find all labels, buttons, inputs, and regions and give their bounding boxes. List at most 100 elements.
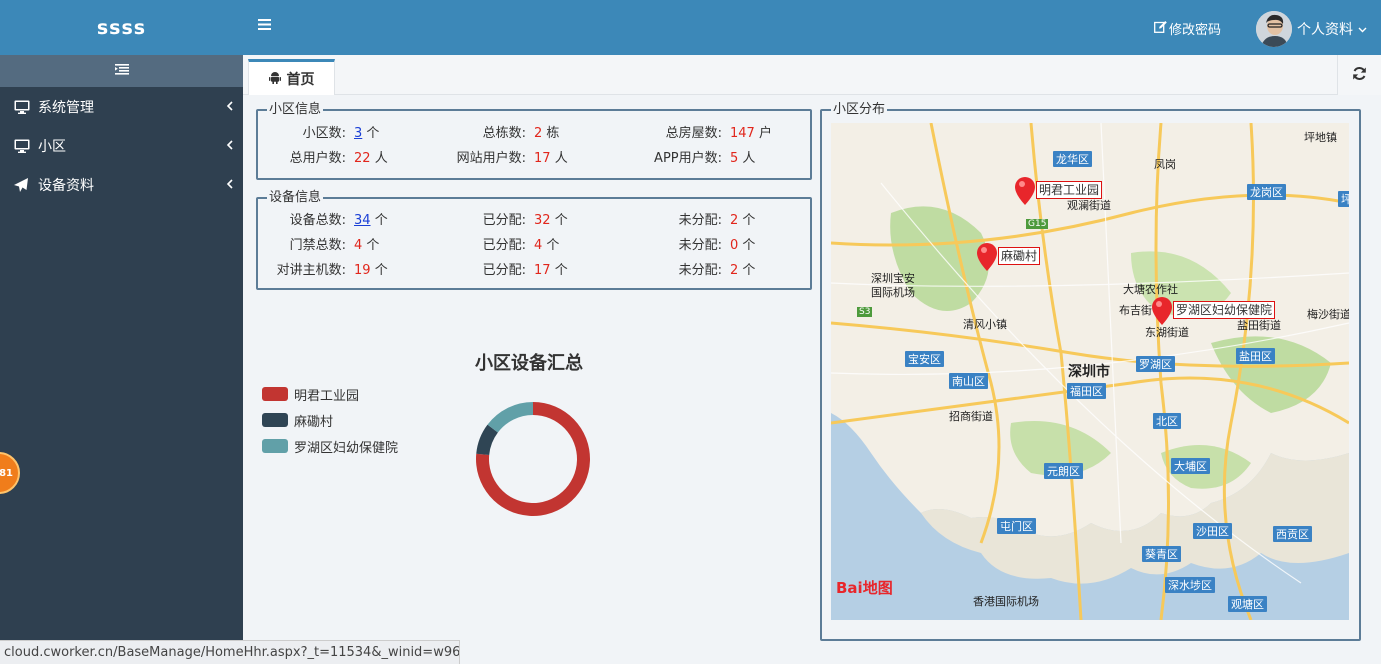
- access-unassigned-label: 未分配:: [678, 238, 722, 253]
- place-label: 招商街道: [949, 410, 993, 423]
- map-legend: 小区分布: [833, 102, 886, 117]
- map-pin-icon: [1152, 297, 1172, 329]
- device-assigned-value: 32: [534, 213, 551, 228]
- device-info-legend: 设备信息: [269, 190, 322, 205]
- menu-toggle-icon[interactable]: [258, 19, 271, 34]
- unit: 个: [374, 213, 388, 228]
- unit: 个: [366, 126, 380, 141]
- district-label: 大埔区: [1171, 458, 1210, 474]
- unit: 个: [742, 263, 756, 278]
- place-label: 清风小镇: [963, 318, 1007, 331]
- legend-item[interactable]: 罗湖区妇幼保健院: [262, 433, 398, 459]
- district-label: 深水埗区: [1165, 577, 1215, 593]
- district-label: 坪: [1338, 191, 1349, 207]
- unit: 人: [554, 151, 568, 166]
- intercom-total-label: 对讲主机数:: [276, 263, 346, 278]
- house-count-value: 147: [730, 126, 755, 141]
- marker-label: 麻磡村: [998, 247, 1041, 265]
- unit: 个: [366, 238, 380, 253]
- place-label: 深圳市: [1068, 364, 1110, 380]
- sidebar-item-system[interactable]: 系统管理: [0, 87, 243, 126]
- map-view[interactable]: 龙华区 龙岗区 宝安区 南山区 福田区 罗湖区 盐田区 北区 大埔区 元朗区 屯…: [831, 123, 1349, 620]
- unit: 个: [554, 263, 568, 278]
- access-unassigned-value: 0: [730, 238, 739, 253]
- house-count-label: 总房屋数:: [665, 126, 722, 141]
- avatar: [1256, 11, 1292, 47]
- highway-label: S3: [857, 307, 873, 317]
- sidebar-item-community[interactable]: 小区: [0, 126, 243, 165]
- district-label: 西贡区: [1273, 526, 1312, 542]
- device-unassigned-value: 2: [730, 213, 739, 228]
- place-label: 凤岗: [1154, 158, 1176, 171]
- district-label: 葵青区: [1142, 546, 1181, 562]
- district-label: 屯门区: [997, 518, 1036, 534]
- district-label: 北区: [1153, 413, 1181, 429]
- send-icon: [14, 177, 32, 192]
- change-password-label: 修改密码: [1169, 23, 1222, 38]
- place-label: 梅沙街道: [1307, 308, 1349, 321]
- unit: 人: [374, 151, 388, 166]
- sidebar: ssss 系统管理 小区 设备资料: [0, 0, 243, 664]
- device-total-link[interactable]: 34: [354, 213, 371, 228]
- district-label: 龙华区: [1053, 151, 1092, 167]
- legend-label: 罗湖区妇幼保健院: [294, 440, 399, 456]
- legend-swatch: [262, 439, 288, 453]
- unit: 个: [546, 238, 560, 253]
- refresh-button[interactable]: [1337, 55, 1381, 95]
- map-marker[interactable]: 罗湖区妇幼保健院: [1152, 297, 1276, 329]
- donut-chart: [476, 402, 590, 516]
- change-password-link[interactable]: 修改密码: [1154, 19, 1221, 38]
- tab-home[interactable]: 首页: [248, 59, 335, 96]
- district-label: 元朗区: [1044, 463, 1083, 479]
- chevron-down-icon: [1358, 21, 1367, 37]
- app-user-count-label: APP用户数:: [654, 151, 722, 166]
- unit: 个: [742, 238, 756, 253]
- main-content: 小区信息 小区数: 3 个 总栋数: 2 栋 总房屋数: 147 户 总用户数:…: [243, 95, 1381, 664]
- unit: 个: [554, 213, 568, 228]
- donut-slice[interactable]: [487, 402, 533, 433]
- place-label: 大塘农作社: [1123, 283, 1178, 296]
- edit-icon: [1154, 20, 1167, 37]
- intercom-assigned-value: 17: [534, 263, 551, 278]
- monitor-icon: [14, 139, 32, 153]
- highway-label: G15: [1026, 219, 1049, 229]
- device-assigned-label: 已分配:: [482, 213, 526, 228]
- sidebar-collapse-button[interactable]: [0, 55, 243, 87]
- access-assigned-label: 已分配:: [482, 238, 526, 253]
- community-info-panel: 小区信息 小区数: 3 个 总栋数: 2 栋 总房屋数: 147 户 总用户数:…: [256, 103, 812, 180]
- community-info-legend: 小区信息: [269, 102, 322, 117]
- access-assigned-value: 4: [534, 238, 543, 253]
- community-count-link[interactable]: 3: [354, 126, 362, 141]
- sidebar-item-device[interactable]: 设备资料: [0, 165, 243, 204]
- district-label: 沙田区: [1193, 523, 1232, 539]
- district-label: 龙岗区: [1247, 184, 1286, 200]
- intercom-total-value: 19: [354, 263, 371, 278]
- device-info-panel: 设备信息 设备总数: 34 个 已分配: 32 个 未分配: 2 个 门禁总数:…: [256, 191, 812, 290]
- district-label: 福田区: [1067, 383, 1106, 399]
- monitor-icon: [14, 100, 32, 114]
- district-label: 盐田区: [1236, 348, 1275, 364]
- user-count-label: 总用户数:: [289, 151, 346, 166]
- sidebar-item-label: 设备资料: [38, 177, 94, 194]
- place-label: 坪地镇: [1304, 131, 1337, 144]
- browser-status-bar: cloud.cworker.cn/BaseManage/HomeHhr.aspx…: [0, 640, 460, 664]
- user-menu[interactable]: 个人资料: [1256, 11, 1367, 47]
- intercom-assigned-label: 已分配:: [482, 263, 526, 278]
- device-total-label: 设备总数:: [289, 213, 346, 228]
- map-marker[interactable]: 明君工业园: [1015, 177, 1103, 209]
- chevron-left-icon: [226, 177, 233, 193]
- web-user-count-label: 网站用户数:: [456, 151, 526, 166]
- brand-logo[interactable]: ssss: [0, 0, 243, 55]
- intercom-unassigned-value: 2: [730, 263, 739, 278]
- legend-label: 明君工业园: [294, 388, 360, 404]
- map-provider-label: Bai地图: [836, 579, 893, 597]
- web-user-count-value: 17: [534, 151, 551, 166]
- map-marker[interactable]: 麻磡村: [977, 243, 1041, 275]
- district-label: 观塘区: [1228, 596, 1267, 612]
- legend-item[interactable]: 麻磡村: [262, 407, 398, 433]
- place-label: 布吉街: [1119, 304, 1152, 317]
- app-user-count-value: 5: [730, 151, 739, 166]
- legend-item[interactable]: 明君工业园: [262, 381, 398, 407]
- user-count-value: 22: [354, 151, 371, 166]
- chart-title: 小区设备汇总: [475, 353, 583, 374]
